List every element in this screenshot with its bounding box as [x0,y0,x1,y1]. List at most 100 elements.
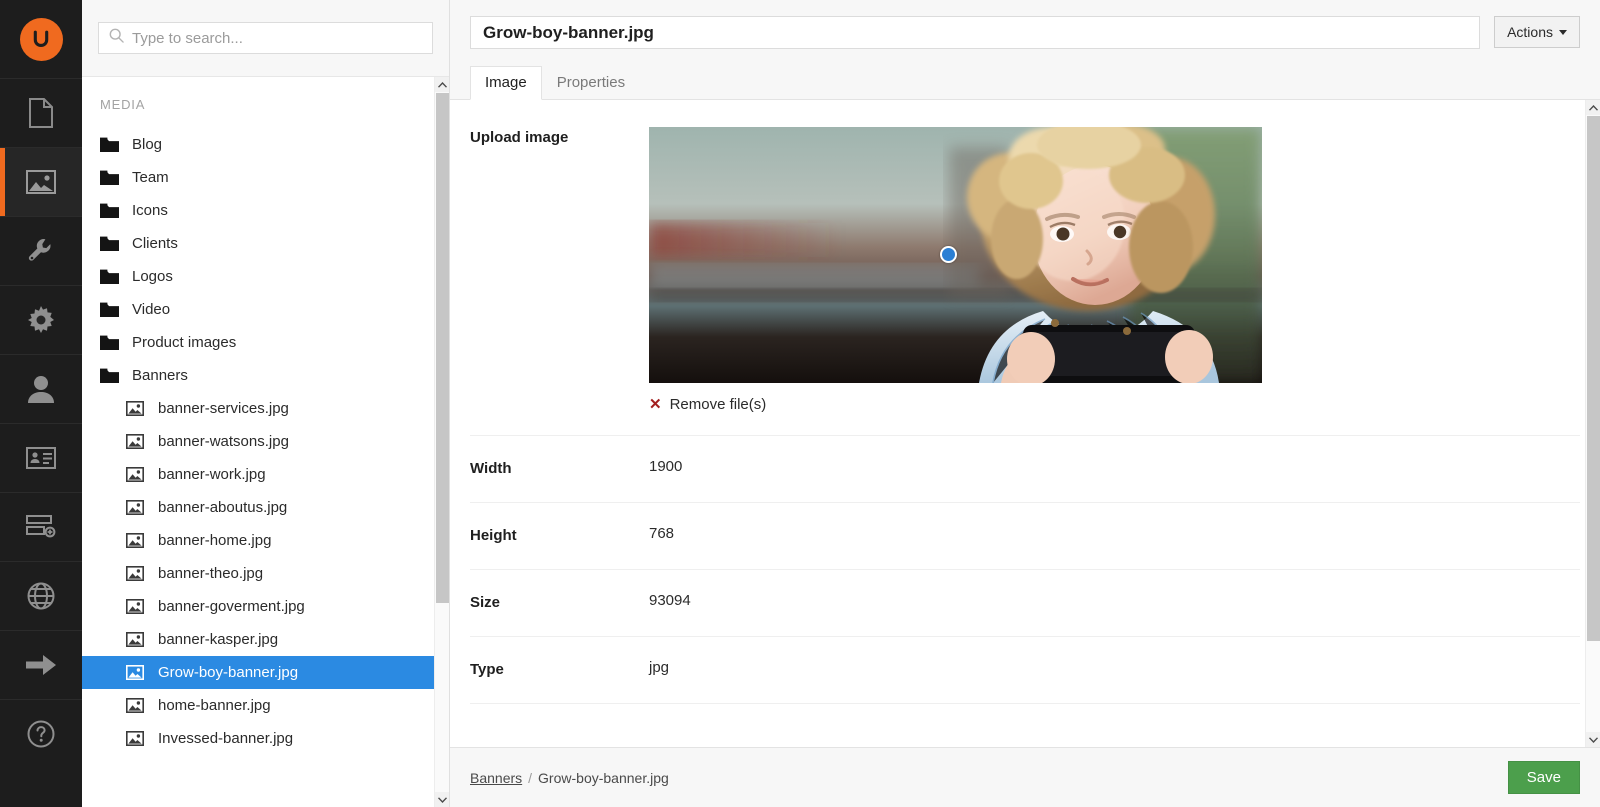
image-file-icon [126,698,150,713]
tree-file-row[interactable]: banner-work.jpg [82,458,449,491]
editor-body-inner: Upload image [450,100,1600,704]
tree-file-label: Invessed-banner.jpg [150,730,293,747]
content-document-icon [28,98,54,128]
tree-folder-label: Product images [124,334,236,351]
rail-item-forms[interactable] [0,492,82,561]
app-logo[interactable] [0,0,82,78]
rail-item-help[interactable] [0,699,82,768]
redirect-arrow-icon [26,654,56,676]
forms-icon [26,515,56,539]
save-button[interactable]: Save [1508,761,1580,794]
tree-folder-row[interactable]: Blog [82,128,449,161]
tree-file-row-selected[interactable]: Grow-boy-banner.jpg [82,656,449,689]
image-file-icon [126,500,150,515]
editor-scroll-up-arrow-icon[interactable] [1586,100,1600,115]
tree-file-row[interactable]: banner-kasper.jpg [82,623,449,656]
tree-file-label: banner-watsons.jpg [150,433,289,450]
tree-file-row[interactable]: banner-goverment.jpg [82,590,449,623]
actions-button[interactable]: Actions [1494,16,1580,48]
tree-file-label: banner-work.jpg [150,466,266,483]
search-box[interactable] [98,22,433,54]
tree-folder-row[interactable]: Clients [82,227,449,260]
folder-icon [100,368,124,383]
tree-file-label: banner-services.jpg [150,400,289,417]
rail-item-settings[interactable] [0,216,82,285]
tree-file-row[interactable]: Invessed-banner.jpg [82,722,449,755]
tree-search-bar [82,0,449,77]
folder-list: Blog Team Icons Clients Logos Video Product im… [82,128,449,392]
editor-scroll-down-arrow-icon[interactable] [1586,732,1600,747]
remove-files-label: Remove file(s) [670,396,767,413]
property-value: 1900 [649,458,1580,475]
remove-files-link[interactable]: ✕ Remove file(s) [649,396,766,413]
tree-file-row[interactable]: banner-aboutus.jpg [82,491,449,524]
scroll-down-arrow-icon[interactable] [435,792,449,807]
tab-image[interactable]: Image [470,66,542,100]
rail-item-content[interactable] [0,78,82,147]
chevron-down-icon [1559,30,1567,35]
rail-item-members[interactable] [0,423,82,492]
tree-scrollbar-thumb[interactable] [436,93,449,603]
tree-file-label: banner-theo.jpg [150,565,263,582]
settings-wrench-icon [27,237,55,265]
tree-scroll-area: MEDIA BlogTeamIconsClientsLogosVideoProd… [82,77,449,807]
folder-icon [100,137,124,152]
tree-folder-row[interactable]: Banners [82,359,449,392]
rail-item-developer[interactable] [0,285,82,354]
editor-scrollbar-thumb[interactable] [1587,116,1600,641]
tab-properties[interactable]: Properties [542,66,640,100]
search-icon [109,28,124,48]
tree-file-label: banner-kasper.jpg [150,631,278,648]
media-name-input[interactable] [470,16,1480,49]
developer-gear-icon [27,306,55,334]
media-image-icon [26,170,56,194]
breadcrumb-parent-link[interactable]: Banners [470,770,522,786]
tree-file-row[interactable]: banner-home.jpg [82,524,449,557]
tree-folder-row[interactable]: Team [82,161,449,194]
property-label: Type [470,659,649,678]
rail-item-users[interactable] [0,354,82,423]
tree-file-row[interactable]: banner-watsons.jpg [82,425,449,458]
tree-folder-row[interactable]: Logos [82,260,449,293]
property-row: Size93094 [470,570,1580,637]
rail-item-media[interactable] [0,147,82,216]
tree-folder-row[interactable]: Video [82,293,449,326]
image-file-icon [126,533,150,548]
image-preview[interactable] [649,127,1262,383]
folder-icon [100,335,124,350]
image-file-icon [126,731,150,746]
tree-folder-label: Blog [124,136,162,153]
rail-item-translation[interactable] [0,561,82,630]
umbraco-backoffice: MEDIA BlogTeamIconsClientsLogosVideoProd… [0,0,1600,807]
tree-folder-label: Team [124,169,169,186]
image-file-icon [126,632,150,647]
tree-scrollbar[interactable] [434,77,449,807]
property-row: Typejpg [470,637,1580,704]
umbraco-u-logo-icon [20,18,63,61]
tree-file-row[interactable]: banner-services.jpg [82,392,449,425]
tree-folder-row[interactable]: Product images [82,326,449,359]
focal-point-dot-icon[interactable] [940,246,957,263]
tree-folder-label: Icons [124,202,168,219]
file-list: banner-services.jpg banner-watsons.jpg ban… [82,392,449,755]
tree-file-row[interactable]: banner-theo.jpg [82,557,449,590]
tree-file-label: banner-goverment.jpg [150,598,305,615]
scroll-up-arrow-icon[interactable] [435,77,449,92]
editor-footer: Banners / Grow-boy-banner.jpg Save [450,747,1600,807]
upload-image-label: Upload image [470,127,649,146]
breadcrumb-separator: / [528,770,532,786]
editor-header: Actions ImageProperties [450,0,1600,100]
search-input[interactable] [132,30,422,47]
tree-file-row[interactable]: home-banner.jpg [82,689,449,722]
media-editor: Actions ImageProperties Upload image [450,0,1600,807]
editor-header-top: Actions [470,16,1580,49]
property-value: 93094 [649,592,1580,609]
tree-content: MEDIA BlogTeamIconsClientsLogosVideoProd… [82,77,449,755]
image-file-icon [126,434,150,449]
folder-icon [100,269,124,284]
tree-folder-label: Logos [124,268,173,285]
tree-file-label: banner-home.jpg [150,532,271,549]
tree-folder-row[interactable]: Icons [82,194,449,227]
editor-scrollbar[interactable] [1585,100,1600,747]
rail-item-redirects[interactable] [0,630,82,699]
